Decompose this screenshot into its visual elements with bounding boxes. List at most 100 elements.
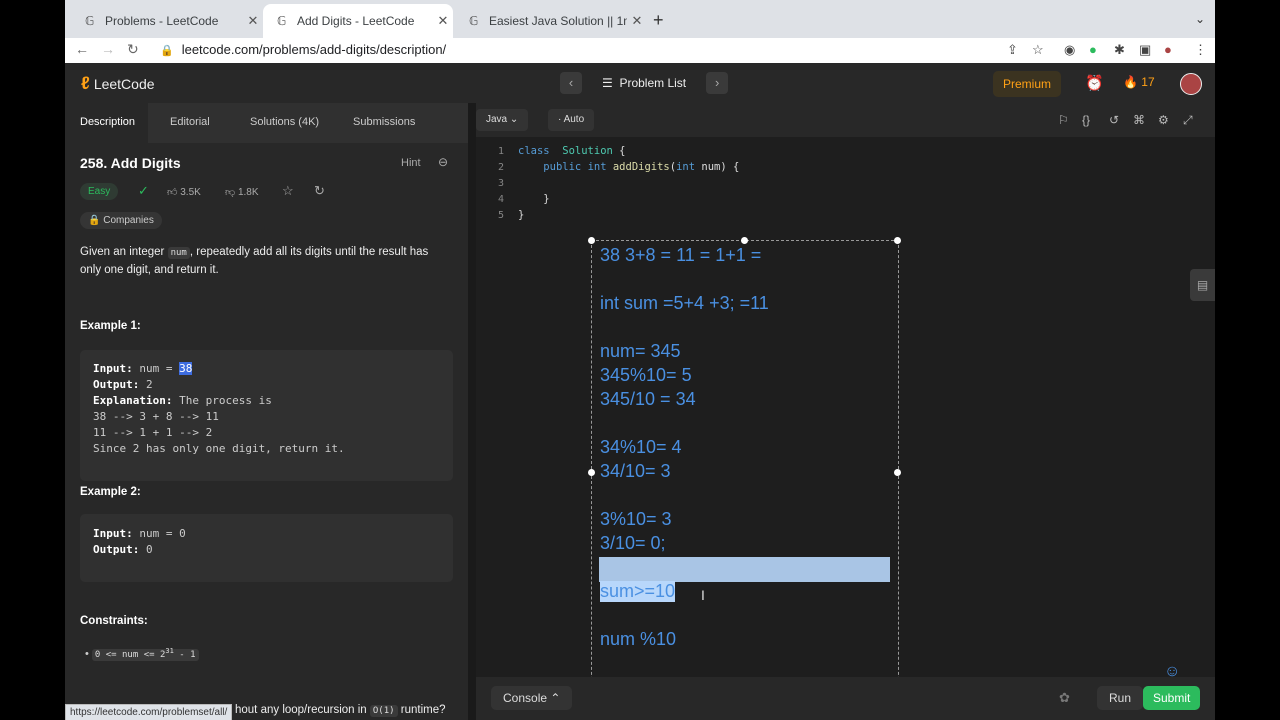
- reload-icon[interactable]: ↻: [127, 41, 139, 58]
- close-tab-icon[interactable]: ✕: [433, 13, 453, 29]
- submit-button[interactable]: Submit: [1143, 686, 1201, 710]
- input-label: Input:: [93, 362, 133, 375]
- address-bar: ← → ↻ 🔒 leetcode.com/problems/add-digits/…: [65, 38, 1215, 64]
- example-2-box: Input: num = 0 Output: 0: [80, 514, 453, 582]
- constraint-text: 0 <= num <= 2: [94, 650, 166, 660]
- followup-text: hout any loop/recursion in: [235, 704, 370, 716]
- grammarly-icon[interactable]: ●: [1089, 42, 1097, 57]
- code-panel: Java ⌄ · Auto ⚐ {} ↺ ⌘ ⚙ ⤢ 38 3+8 = 11 =…: [476, 103, 1215, 720]
- line-number: 1: [497, 146, 504, 157]
- companies-tag[interactable]: 🔒 Companies: [80, 212, 162, 229]
- language-select[interactable]: Java ⌄: [476, 109, 529, 131]
- side-panel-toggle-icon[interactable]: ▤: [1190, 269, 1215, 301]
- line-number: 4: [497, 194, 504, 205]
- run-button[interactable]: Run: [1097, 686, 1144, 710]
- handwritten-note: 34/10= 3: [600, 461, 671, 481]
- resize-handle[interactable]: [894, 237, 901, 244]
- explanation-value: The process is: [179, 394, 272, 407]
- forward-arrow-icon[interactable]: →: [101, 41, 115, 57]
- hint-button[interactable]: Hint: [401, 157, 421, 169]
- tab-submissions[interactable]: Submissions: [353, 116, 415, 128]
- handwritten-note: int sum =5+4 +3; =11: [600, 293, 769, 313]
- input-value: num = 0: [139, 527, 186, 540]
- follow-up-text: hout any loop/recursion in O(1) runtime?: [235, 704, 446, 717]
- sidebar-icon[interactable]: ▣: [1139, 42, 1151, 58]
- code-line[interactable]: public int addDigits(int num) {: [518, 161, 739, 173]
- profile-avatar-icon[interactable]: ●: [1164, 42, 1172, 57]
- console-label: Console: [503, 691, 548, 705]
- close-tab-icon[interactable]: ✕: [627, 13, 647, 29]
- braces-format-icon[interactable]: {}: [1082, 113, 1090, 127]
- editor-footer: Console ⌃ ✿ Run Submit: [476, 677, 1215, 720]
- puzzle-extensions-icon[interactable]: ✱: [1114, 42, 1125, 58]
- code-line[interactable]: }: [518, 193, 549, 205]
- code-editor[interactable]: 38 3+8 = 11 = 1+1 = int sum =5+4 +3; =11 n…: [476, 137, 1215, 707]
- pane-divider[interactable]: [468, 103, 476, 720]
- expand-icon[interactable]: ⤢: [1183, 113, 1193, 128]
- constraint-tail: - 1: [173, 650, 196, 660]
- leetcode-logo[interactable]: ℓ LeetCode: [81, 73, 155, 94]
- url-field[interactable]: 🔒 leetcode.com/problems/add-digits/descri…: [160, 42, 446, 57]
- companies-label: Companies: [103, 215, 154, 226]
- input-value: num =: [139, 362, 180, 375]
- share-icon[interactable]: ⇪: [1007, 42, 1018, 58]
- debug-bug-icon[interactable]: ✿: [1059, 690, 1070, 706]
- tab-editorial[interactable]: Editorial: [170, 116, 210, 128]
- description-panel: Description Editorial Solutions (4K) Sub…: [65, 103, 468, 720]
- problem-title[interactable]: 258. Add Digits: [80, 155, 181, 171]
- new-tab-button[interactable]: +: [653, 10, 664, 31]
- streak-counter[interactable]: 🔥 17: [1123, 75, 1155, 89]
- menu-kebab-icon[interactable]: ⋮: [1194, 42, 1207, 58]
- premium-button[interactable]: Premium: [993, 71, 1062, 97]
- tab-description[interactable]: Description: [80, 116, 135, 128]
- problem-list-button[interactable]: ☰ Problem List: [588, 76, 700, 90]
- explanation-label: Explanation:: [93, 394, 173, 407]
- next-problem-chevron-icon[interactable]: ›: [706, 72, 729, 94]
- resize-handle[interactable]: [588, 469, 595, 476]
- prev-problem-chevron-icon[interactable]: ‹: [560, 72, 582, 94]
- tab-label: Easiest Java Solution || 1ms || 1: [489, 14, 627, 28]
- dislike-button[interactable]: 👎︎ 1.8K: [225, 186, 259, 198]
- avatar[interactable]: [1180, 73, 1202, 95]
- line-number: 3: [497, 178, 504, 189]
- more-options-icon[interactable]: ⊖: [438, 155, 448, 169]
- mode-label: Auto: [563, 114, 585, 125]
- site-header: ℓ LeetCode ‹ ☰ Problem List › Premium ⏰ …: [65, 63, 1215, 103]
- tab-bar: 𝔾 Problems - LeetCode ✕ 𝔾 Add Digits - L…: [65, 0, 1215, 38]
- text-highlight: [599, 557, 890, 582]
- back-arrow-icon[interactable]: ←: [75, 41, 89, 57]
- shortcut-command-icon[interactable]: ⌘: [1133, 113, 1145, 127]
- extension-icon[interactable]: ◉: [1064, 42, 1075, 58]
- resize-handle[interactable]: [741, 237, 748, 244]
- tab-problems[interactable]: 𝔾 Problems - LeetCode ✕: [71, 4, 263, 38]
- solved-check-icon: ✓: [138, 183, 149, 198]
- annotation-overlay[interactable]: 38 3+8 = 11 = 1+1 = int sum =5+4 +3; =11 n…: [588, 237, 901, 707]
- explanation-line: 38 --> 3 + 8 --> 11: [93, 410, 219, 423]
- like-button[interactable]: 👍︎ 3.5K: [167, 186, 201, 198]
- problem-description: Given an integer num, repeatedly add all…: [80, 244, 450, 279]
- leetcode-favicon-icon: 𝔾: [85, 14, 95, 28]
- resize-handle[interactable]: [894, 469, 901, 476]
- constraints-heading: Constraints:: [80, 615, 148, 627]
- code-line[interactable]: }: [518, 209, 524, 221]
- reset-icon[interactable]: ↺: [1109, 113, 1119, 127]
- alarm-clock-icon[interactable]: ⏰: [1085, 74, 1104, 92]
- close-tab-icon[interactable]: ✕: [243, 13, 263, 29]
- gear-icon[interactable]: ⚙: [1158, 113, 1169, 127]
- tab-add-digits[interactable]: 𝔾 Add Digits - LeetCode ✕: [263, 4, 453, 38]
- tab-search-chevron-icon[interactable]: ⌄: [1195, 12, 1205, 26]
- bookmark-icon[interactable]: ⚐: [1058, 113, 1069, 127]
- leetcode-logo-icon: ℓ: [81, 73, 90, 93]
- example-2-heading: Example 2:: [80, 486, 141, 498]
- tab-solution[interactable]: 𝔾 Easiest Java Solution || 1ms || 1 ✕: [455, 4, 647, 38]
- code-line[interactable]: class Solution {: [518, 145, 626, 157]
- auto-mode-select[interactable]: · Auto: [548, 109, 595, 131]
- browser-window: 𝔾 Problems - LeetCode ✕ 𝔾 Add Digits - L…: [65, 0, 1215, 720]
- fire-icon: 🔥: [1123, 75, 1138, 89]
- console-button[interactable]: Console ⌃: [491, 686, 573, 710]
- favorite-star-icon[interactable]: ☆: [282, 183, 294, 199]
- share-refresh-icon[interactable]: ↻: [314, 183, 325, 199]
- bookmark-star-icon[interactable]: ☆: [1032, 42, 1044, 58]
- resize-handle[interactable]: [588, 237, 595, 244]
- tab-solutions[interactable]: Solutions (4K): [250, 116, 319, 128]
